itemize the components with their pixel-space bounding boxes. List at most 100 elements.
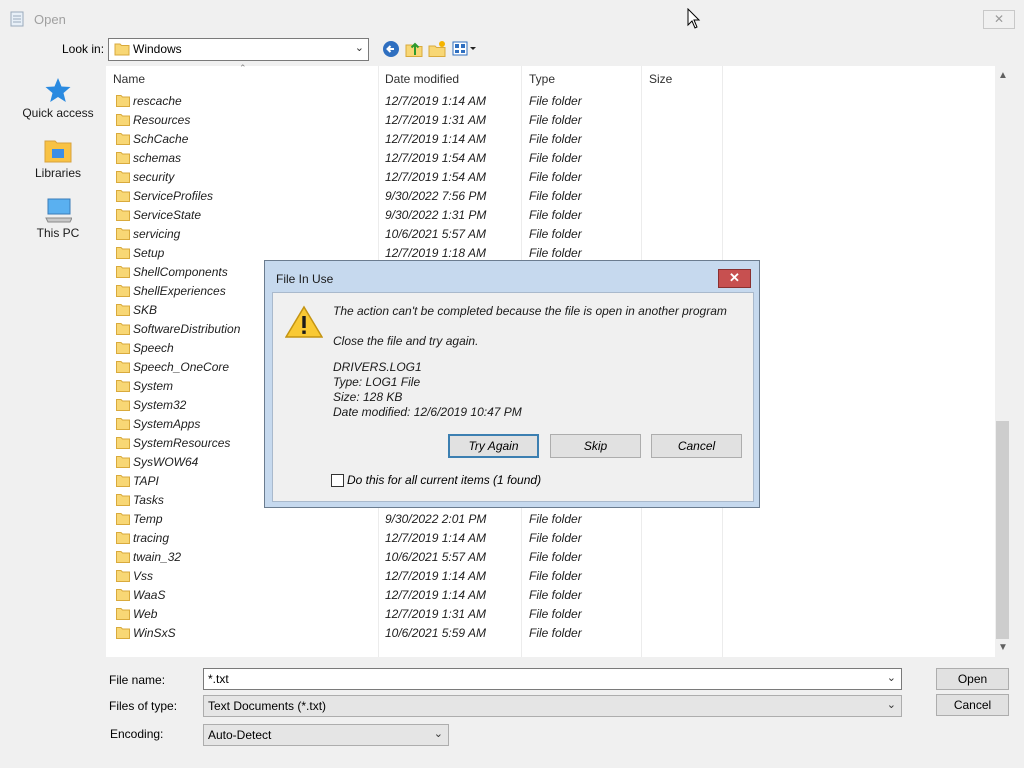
dialog-close-button[interactable]: ✕ [718,269,751,288]
skip-button[interactable]: Skip [550,434,641,458]
dialog-message: The action can't be completed because th… [333,304,727,318]
file-date: 12/7/2019 1:31 AM [385,113,486,127]
file-name: rescache [133,94,182,108]
folder-icon [116,437,130,449]
scroll-thumb[interactable] [996,421,1009,639]
folder-icon [116,323,130,335]
folder-icon [116,171,130,183]
encoding-value: Auto-Detect [208,728,272,742]
lookin-dropdown[interactable]: Windows ⌄ [108,38,369,61]
place-quick-access[interactable]: Quick access [14,76,102,120]
mouse-pointer-icon [687,8,701,29]
folder-icon [116,551,130,563]
list-item[interactable]: tracing 12/7/2019 1:14 AM File folder [106,528,995,547]
folder-icon [116,190,130,202]
file-date: 9/30/2022 2:01 PM [385,512,487,526]
file-name: System32 [133,398,187,412]
list-item[interactable]: Temp 9/30/2022 2:01 PM File folder [106,509,995,528]
column-header-type[interactable]: Type [529,72,555,86]
file-name: ServiceState [133,208,202,222]
list-item[interactable]: Resources 12/7/2019 1:31 AM File folder [106,110,995,129]
file-type: File folder [529,626,582,640]
up-folder-icon[interactable] [405,40,423,58]
folder-icon [116,475,130,487]
list-item[interactable]: ServiceProfiles 9/30/2022 7:56 PM File fol… [106,186,995,205]
list-item[interactable]: Vss 12/7/2019 1:14 AM File folder [106,566,995,585]
view-menu-icon[interactable] [452,40,478,58]
file-type: File folder [529,113,582,127]
list-item[interactable]: ServiceState 9/30/2022 1:31 PM File folder [106,205,995,224]
file-type: File folder [529,607,582,621]
dialog-file-name: DRIVERS.LOG1 [333,360,422,374]
column-header-size[interactable]: Size [649,72,672,86]
list-item[interactable]: servicing 10/6/2021 5:57 AM File folder [106,224,995,243]
file-date: 9/30/2022 1:31 PM [385,208,487,222]
star-icon [45,78,71,102]
folder-icon [116,361,130,373]
file-type: File folder [529,531,582,545]
file-date: 12/7/2019 1:31 AM [385,607,486,621]
folder-icon [114,43,130,56]
folder-icon [116,399,130,411]
new-folder-icon[interactable] [428,40,446,58]
column-header-name[interactable]: Name [113,72,145,86]
file-name: ShellComponents [133,265,228,279]
file-in-use-dialog: File In Use ✕ The action can't be comple… [264,260,760,508]
file-date: 12/7/2019 1:14 AM [385,132,486,146]
file-date: 12/7/2019 1:54 AM [385,151,486,165]
file-date: 12/7/2019 1:14 AM [385,569,486,583]
folder-icon [116,152,130,164]
list-item[interactable]: security 12/7/2019 1:54 AM File folder [106,167,995,186]
folder-icon [116,247,130,259]
filetype-label: Files of type: [109,699,178,713]
chevron-down-icon: ⌄ [433,728,443,740]
file-name: SKB [133,303,158,317]
list-item[interactable]: WinSxS 10/6/2021 5:59 AM File folder [106,623,995,642]
file-name: SysWOW64 [133,455,199,469]
libraries-icon [44,140,72,163]
column-header-date[interactable]: Date modified [385,72,459,86]
chevron-down-icon[interactable]: ⌄ [887,671,896,684]
apply-all-checkbox[interactable] [331,474,344,487]
open-button[interactable]: Open [936,668,1009,690]
apply-all-label[interactable]: Do this for all current items (1 found) [347,473,541,487]
encoding-dropdown[interactable]: Auto-Detect ⌄ [203,724,449,746]
file-name: SoftwareDistribution [133,322,241,336]
file-name: security [133,170,175,184]
filename-input[interactable]: *.txt ⌄ [203,668,902,690]
title-bar: Open ✕ [0,0,1024,38]
folder-icon [116,532,130,544]
scroll-up-icon[interactable]: ▲ [998,70,1008,81]
place-libraries[interactable]: Libraries [14,136,102,180]
back-icon[interactable] [382,40,400,58]
file-name: Tasks [133,493,164,507]
list-item[interactable]: rescache 12/7/2019 1:14 AM File folder [106,91,995,110]
dialog-cancel-button[interactable]: Cancel [651,434,742,458]
file-type: File folder [529,512,582,526]
vertical-scrollbar[interactable]: ▲ ▼ [995,66,1010,657]
list-item[interactable]: schemas 12/7/2019 1:54 AM File folder [106,148,995,167]
place-label: Libraries [34,166,82,180]
window-close-button[interactable]: ✕ [983,10,1015,29]
list-item[interactable]: SchCache 12/7/2019 1:14 AM File folder [106,129,995,148]
dialog-instruction: Close the file and try again. [333,334,479,348]
list-item[interactable]: Web 12/7/2019 1:31 AM File folder [106,604,995,623]
place-this-pc[interactable]: This PC [14,196,102,240]
file-type: File folder [529,189,582,203]
list-item[interactable]: twain_32 10/6/2021 5:57 AM File folder [106,547,995,566]
folder-icon [116,304,130,316]
filetype-dropdown[interactable]: Text Documents (*.txt) ⌄ [203,695,902,717]
file-type: File folder [529,132,582,146]
file-date: 10/6/2021 5:59 AM [385,626,486,640]
file-name: Vss [133,569,154,583]
cancel-button[interactable]: Cancel [936,694,1009,716]
file-name: Speech_OneCore [133,360,230,374]
file-date: 12/7/2019 1:14 AM [385,531,486,545]
file-date: 12/7/2019 1:14 AM [385,588,486,602]
computer-icon [45,198,72,223]
scroll-down-icon[interactable]: ▼ [998,642,1008,653]
try-again-button[interactable]: Try Again [448,434,539,458]
dialog-body: The action can't be completed because th… [272,292,754,502]
folder-icon [116,285,130,297]
list-item[interactable]: WaaS 12/7/2019 1:14 AM File folder [106,585,995,604]
